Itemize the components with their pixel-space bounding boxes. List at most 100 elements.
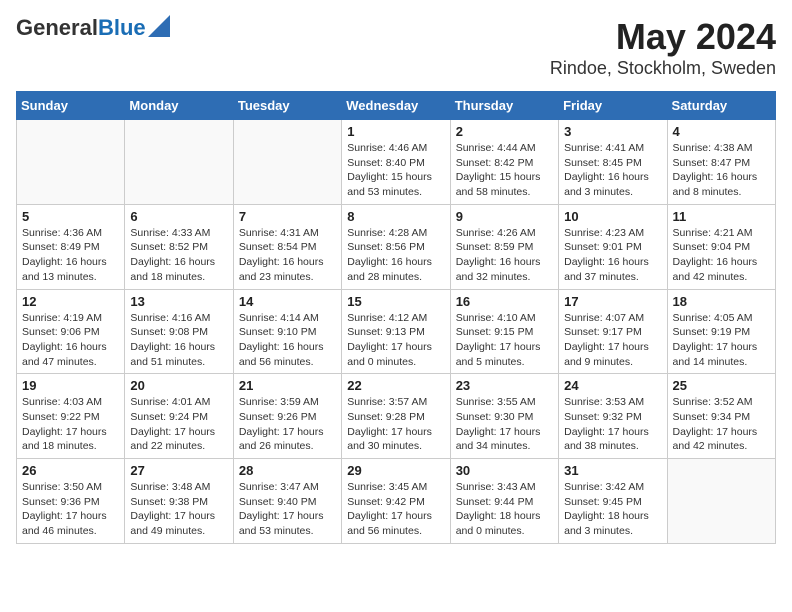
- day-info: Sunrise: 4:36 AM Sunset: 8:49 PM Dayligh…: [22, 226, 119, 285]
- day-number: 19: [22, 378, 119, 393]
- calendar-cell: 23 Sunrise: 3:55 AM Sunset: 9:30 PM Dayli…: [450, 374, 558, 459]
- calendar-cell: 26 Sunrise: 3:50 AM Sunset: 9:36 PM Dayli…: [17, 459, 125, 544]
- day-info: Sunrise: 4:41 AM Sunset: 8:45 PM Dayligh…: [564, 141, 661, 200]
- logo-text: GeneralBlue: [16, 16, 146, 40]
- day-info: Sunrise: 4:23 AM Sunset: 9:01 PM Dayligh…: [564, 226, 661, 285]
- day-info: Sunrise: 3:53 AM Sunset: 9:32 PM Dayligh…: [564, 395, 661, 454]
- calendar-day-header: Wednesday: [342, 92, 450, 120]
- day-number: 26: [22, 463, 119, 478]
- calendar-cell: 29 Sunrise: 3:45 AM Sunset: 9:42 PM Dayli…: [342, 459, 450, 544]
- day-info: Sunrise: 4:31 AM Sunset: 8:54 PM Dayligh…: [239, 226, 336, 285]
- calendar-cell: 17 Sunrise: 4:07 AM Sunset: 9:17 PM Dayli…: [559, 289, 667, 374]
- day-number: 17: [564, 294, 661, 309]
- calendar-header-row: SundayMondayTuesdayWednesdayThursdayFrid…: [17, 92, 776, 120]
- calendar-day-header: Thursday: [450, 92, 558, 120]
- calendar-cell: [233, 120, 341, 205]
- day-number: 1: [347, 124, 444, 139]
- calendar-cell: 27Sunrise: 3:48 AM Sunset: 9:38 PM Dayli…: [125, 459, 233, 544]
- day-info: Sunrise: 3:50 AM Sunset: 9:36 PM Dayligh…: [22, 480, 119, 539]
- page-subtitle: Rindoe, Stockholm, Sweden: [550, 58, 776, 79]
- day-info: Sunrise: 3:59 AM Sunset: 9:26 PM Dayligh…: [239, 395, 336, 454]
- calendar-cell: 12 Sunrise: 4:19 AM Sunset: 9:06 PM Dayli…: [17, 289, 125, 374]
- calendar-cell: 3Sunrise: 4:41 AM Sunset: 8:45 PM Daylig…: [559, 120, 667, 205]
- calendar-day-header: Friday: [559, 92, 667, 120]
- day-number: 24: [564, 378, 661, 393]
- day-number: 29: [347, 463, 444, 478]
- calendar-cell: 9 Sunrise: 4:26 AM Sunset: 8:59 PM Daylig…: [450, 204, 558, 289]
- day-number: 8: [347, 209, 444, 224]
- calendar-cell: [667, 459, 775, 544]
- day-info: Sunrise: 4:26 AM Sunset: 8:59 PM Dayligh…: [456, 226, 553, 285]
- calendar-cell: 18 Sunrise: 4:05 AM Sunset: 9:19 PM Dayli…: [667, 289, 775, 374]
- calendar-cell: [125, 120, 233, 205]
- page-title: May 2024: [550, 16, 776, 58]
- calendar-cell: 21 Sunrise: 3:59 AM Sunset: 9:26 PM Dayli…: [233, 374, 341, 459]
- calendar-day-header: Sunday: [17, 92, 125, 120]
- calendar-cell: 10 Sunrise: 4:23 AM Sunset: 9:01 PM Dayli…: [559, 204, 667, 289]
- day-info: Sunrise: 3:52 AM Sunset: 9:34 PM Dayligh…: [673, 395, 770, 454]
- calendar-cell: 1Sunrise: 4:46 AM Sunset: 8:40 PM Daylig…: [342, 120, 450, 205]
- calendar-day-header: Saturday: [667, 92, 775, 120]
- calendar-cell: 19Sunrise: 4:03 AM Sunset: 9:22 PM Dayli…: [17, 374, 125, 459]
- day-info: Sunrise: 4:01 AM Sunset: 9:24 PM Dayligh…: [130, 395, 227, 454]
- day-info: Sunrise: 4:33 AM Sunset: 8:52 PM Dayligh…: [130, 226, 227, 285]
- day-number: 22: [347, 378, 444, 393]
- calendar-cell: 28Sunrise: 3:47 AM Sunset: 9:40 PM Dayli…: [233, 459, 341, 544]
- day-info: Sunrise: 4:38 AM Sunset: 8:47 PM Dayligh…: [673, 141, 770, 200]
- day-number: 18: [673, 294, 770, 309]
- day-number: 7: [239, 209, 336, 224]
- page-header: GeneralBlue May 2024 Rindoe, Stockholm, …: [16, 16, 776, 79]
- day-number: 10: [564, 209, 661, 224]
- day-info: Sunrise: 4:19 AM Sunset: 9:06 PM Dayligh…: [22, 311, 119, 370]
- calendar-cell: 11 Sunrise: 4:21 AM Sunset: 9:04 PM Dayli…: [667, 204, 775, 289]
- calendar-day-header: Tuesday: [233, 92, 341, 120]
- calendar-cell: 31Sunrise: 3:42 AM Sunset: 9:45 PM Dayli…: [559, 459, 667, 544]
- calendar-week-row: 5 Sunrise: 4:36 AM Sunset: 8:49 PM Daylig…: [17, 204, 776, 289]
- calendar-week-row: 12 Sunrise: 4:19 AM Sunset: 9:06 PM Dayli…: [17, 289, 776, 374]
- calendar-cell: 16 Sunrise: 4:10 AM Sunset: 9:15 PM Dayli…: [450, 289, 558, 374]
- calendar-cell: 13 Sunrise: 4:16 AM Sunset: 9:08 PM Dayli…: [125, 289, 233, 374]
- day-number: 21: [239, 378, 336, 393]
- day-info: Sunrise: 4:05 AM Sunset: 9:19 PM Dayligh…: [673, 311, 770, 370]
- day-info: Sunrise: 3:43 AM Sunset: 9:44 PM Dayligh…: [456, 480, 553, 539]
- calendar-cell: 7 Sunrise: 4:31 AM Sunset: 8:54 PM Daylig…: [233, 204, 341, 289]
- day-number: 23: [456, 378, 553, 393]
- logo-icon: [148, 15, 170, 37]
- day-info: Sunrise: 4:21 AM Sunset: 9:04 PM Dayligh…: [673, 226, 770, 285]
- day-info: Sunrise: 3:57 AM Sunset: 9:28 PM Dayligh…: [347, 395, 444, 454]
- calendar-cell: 30Sunrise: 3:43 AM Sunset: 9:44 PM Dayli…: [450, 459, 558, 544]
- day-number: 15: [347, 294, 444, 309]
- calendar-cell: 25 Sunrise: 3:52 AM Sunset: 9:34 PM Dayli…: [667, 374, 775, 459]
- day-number: 9: [456, 209, 553, 224]
- calendar-cell: [17, 120, 125, 205]
- day-number: 4: [673, 124, 770, 139]
- day-info: Sunrise: 3:45 AM Sunset: 9:42 PM Dayligh…: [347, 480, 444, 539]
- calendar-cell: 5 Sunrise: 4:36 AM Sunset: 8:49 PM Daylig…: [17, 204, 125, 289]
- calendar-cell: 20 Sunrise: 4:01 AM Sunset: 9:24 PM Dayli…: [125, 374, 233, 459]
- day-number: 20: [130, 378, 227, 393]
- day-number: 12: [22, 294, 119, 309]
- calendar-week-row: 1Sunrise: 4:46 AM Sunset: 8:40 PM Daylig…: [17, 120, 776, 205]
- day-info: Sunrise: 4:10 AM Sunset: 9:15 PM Dayligh…: [456, 311, 553, 370]
- day-info: Sunrise: 3:48 AM Sunset: 9:38 PM Dayligh…: [130, 480, 227, 539]
- day-number: 28: [239, 463, 336, 478]
- day-number: 11: [673, 209, 770, 224]
- day-info: Sunrise: 4:16 AM Sunset: 9:08 PM Dayligh…: [130, 311, 227, 370]
- calendar-day-header: Monday: [125, 92, 233, 120]
- day-number: 5: [22, 209, 119, 224]
- day-number: 25: [673, 378, 770, 393]
- day-number: 2: [456, 124, 553, 139]
- calendar-table: SundayMondayTuesdayWednesdayThursdayFrid…: [16, 91, 776, 544]
- calendar-cell: 24 Sunrise: 3:53 AM Sunset: 9:32 PM Dayli…: [559, 374, 667, 459]
- day-info: Sunrise: 4:07 AM Sunset: 9:17 PM Dayligh…: [564, 311, 661, 370]
- calendar-week-row: 26 Sunrise: 3:50 AM Sunset: 9:36 PM Dayli…: [17, 459, 776, 544]
- day-number: 16: [456, 294, 553, 309]
- calendar-cell: 22 Sunrise: 3:57 AM Sunset: 9:28 PM Dayli…: [342, 374, 450, 459]
- day-number: 13: [130, 294, 227, 309]
- day-info: Sunrise: 4:28 AM Sunset: 8:56 PM Dayligh…: [347, 226, 444, 285]
- calendar-cell: 8 Sunrise: 4:28 AM Sunset: 8:56 PM Daylig…: [342, 204, 450, 289]
- day-number: 14: [239, 294, 336, 309]
- day-info: Sunrise: 3:55 AM Sunset: 9:30 PM Dayligh…: [456, 395, 553, 454]
- calendar-cell: 6Sunrise: 4:33 AM Sunset: 8:52 PM Daylig…: [125, 204, 233, 289]
- day-info: Sunrise: 4:14 AM Sunset: 9:10 PM Dayligh…: [239, 311, 336, 370]
